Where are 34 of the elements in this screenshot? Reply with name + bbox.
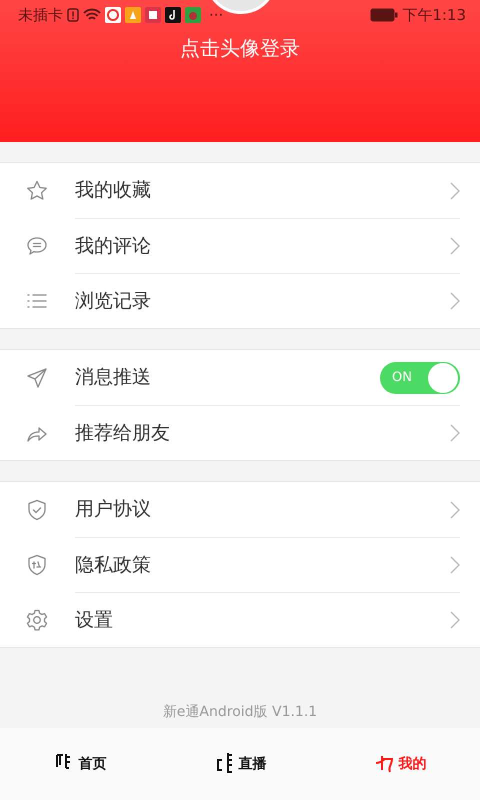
chevron-right-icon[interactable]	[450, 237, 460, 255]
time-text: 下午1:13	[402, 4, 466, 26]
chevron-right-icon[interactable]	[450, 556, 460, 574]
chevron-right-icon[interactable]	[450, 611, 460, 629]
sim-icon	[67, 8, 79, 22]
menu-item-label[interactable]: 设置	[75, 606, 113, 634]
menu-item-label[interactable]: 推荐给朋友	[75, 418, 170, 448]
menu-item-label[interactable]: 浏览记录	[75, 286, 151, 316]
app-icon	[185, 7, 201, 23]
app-icon	[165, 7, 181, 23]
menu-item-label[interactable]: 我的评论	[75, 232, 151, 260]
login-prompt[interactable]: 点击头像登录	[0, 33, 480, 63]
chevron-right-icon[interactable]	[450, 424, 460, 442]
app-icon	[145, 7, 161, 23]
wifi-icon	[83, 8, 101, 22]
carrier-text: 未插卡	[18, 4, 63, 26]
star-icon	[25, 178, 49, 202]
battery-icon	[370, 8, 398, 22]
app-icon	[105, 7, 121, 23]
tab[interactable]: 首页	[0, 728, 160, 800]
gear-icon	[25, 608, 49, 632]
menu-item-label[interactable]: 隐私政策	[75, 550, 151, 580]
version-text: 新e通Android版 V1.1.1	[162, 703, 318, 722]
chevron-right-icon[interactable]	[450, 500, 460, 518]
app-icon	[125, 7, 141, 23]
chevron-right-icon[interactable]	[450, 182, 460, 200]
overflow-text: ···	[209, 4, 224, 26]
menu-item-label[interactable]: 我的收藏	[75, 176, 151, 205]
tab[interactable]: 直播	[160, 728, 320, 800]
tab[interactable]: 我的	[320, 728, 480, 800]
paper-plane-icon	[25, 366, 49, 390]
chevron-right-icon[interactable]	[450, 292, 460, 310]
menu-item-label[interactable]: 消息推送	[75, 363, 151, 392]
menu-item-label[interactable]: 用户协议	[75, 495, 151, 524]
